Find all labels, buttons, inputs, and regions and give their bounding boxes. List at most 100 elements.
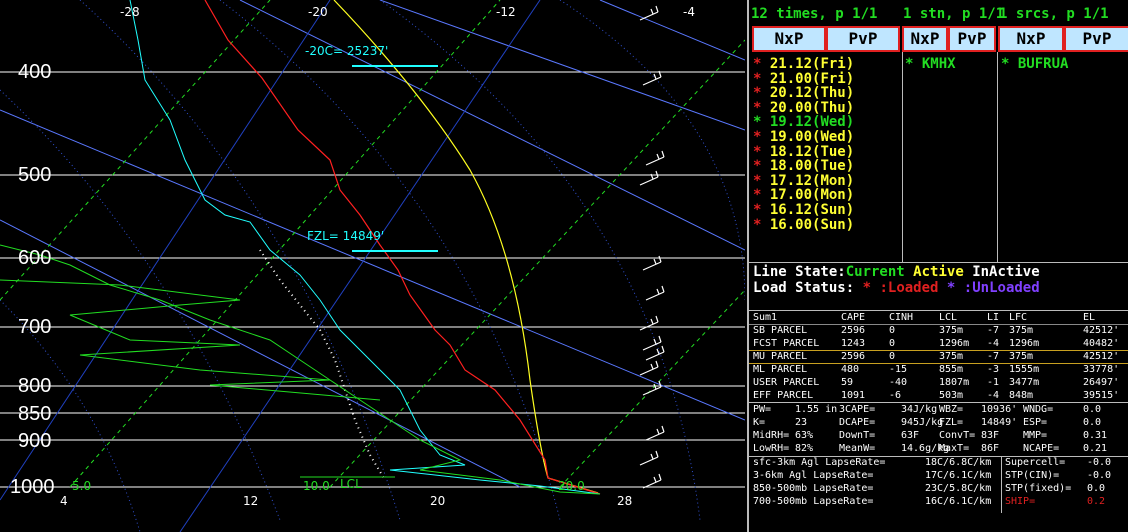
state-star: * <box>753 56 762 72</box>
wind-barbs <box>639 5 665 489</box>
time-item[interactable]: * 21.00(Fri) <box>753 70 855 87</box>
mu-parcel-highlight-top <box>749 350 1128 351</box>
table-cell: 850-500mb LapseRate= <box>753 483 874 494</box>
table-cell: MaxT= <box>939 443 970 454</box>
state-star: * <box>753 187 762 204</box>
times-next-page-button[interactable]: NxP <box>752 26 826 52</box>
temp-top-label: -20 <box>308 5 328 19</box>
time-item[interactable]: * 16.12(Sun) <box>753 203 854 218</box>
temp-bottom-label: 4 <box>60 494 68 508</box>
mixing-ratio-label: 5.0 <box>72 479 91 493</box>
table-cell: 0 <box>889 338 896 349</box>
time-item[interactable]: * 19.12(Wed) <box>753 115 854 130</box>
divider <box>749 310 1128 311</box>
state-star: * <box>753 172 762 189</box>
time-item[interactable]: * 16.00(Sun) <box>753 216 854 233</box>
load-status-label: Load Status: <box>753 280 855 296</box>
time-item[interactable]: * 21.12(Fri) <box>753 57 854 72</box>
table-cell: 1807m <box>939 377 970 388</box>
indices-table: PW= 1.55 in 3CAPE= 34J/kg WBZ= 10936' WNDG= 0.0… <box>753 404 1128 456</box>
divider <box>749 324 1128 325</box>
table-cell: 0.0 <box>1083 404 1102 415</box>
time-item[interactable]: * 20.00(Thu) <box>753 99 854 116</box>
sources-prev-page-button[interactable]: PvP <box>1064 26 1128 52</box>
table-row: STP(fixed)= 0.0 <box>1005 483 1128 496</box>
temp-bottom-label: 12 <box>243 494 258 508</box>
station-next-page-button[interactable]: NxP <box>902 26 948 52</box>
temp-top-label: -28 <box>120 5 140 19</box>
pressure-label: 600 <box>18 247 51 269</box>
lapse-rate-table: sfc-3km Agl LapseRate= 18C/6.8C/km 3-6km A… <box>753 457 1003 517</box>
table-cell: 34J/kg <box>901 404 938 415</box>
table-cell: 42512' <box>1083 325 1120 336</box>
wind-barb <box>642 380 662 396</box>
pressure-label: 850 <box>18 403 51 425</box>
table-cell: USER PARCEL <box>753 377 820 388</box>
inactive-label: InActive <box>972 264 1040 280</box>
table-cell: -4 <box>987 390 1000 401</box>
table-cell: 14849' <box>981 417 1018 428</box>
state-star: * <box>753 216 762 233</box>
state-star: * <box>1001 56 1010 72</box>
isobar-lines <box>0 71 745 488</box>
state-star: * <box>905 56 914 72</box>
table-cell: LCL <box>939 312 958 323</box>
divider <box>749 402 1128 403</box>
time-item[interactable]: * 17.12(Mon) <box>753 172 855 189</box>
times-prev-page-button[interactable]: PvP <box>826 26 900 52</box>
virtual-dewpoint <box>0 244 601 495</box>
table-cell: -4 <box>987 338 1000 349</box>
time-label: 18.12(Tue) <box>769 143 855 160</box>
table-cell: 0 <box>889 325 896 336</box>
station-item-kmhx[interactable]: * KMHX <box>905 57 956 72</box>
time-item[interactable]: * 19.00(Wed) <box>753 130 854 145</box>
sources-next-page-button[interactable]: NxP <box>998 26 1064 52</box>
temp-top-label: -12 <box>496 5 516 19</box>
divider <box>749 262 1128 263</box>
time-item[interactable]: * 17.00(Mon) <box>753 188 854 203</box>
pressure-label: 1000 <box>10 476 55 498</box>
table-row: LowRH= 82% MeanW= 14.6g/kg MaxT= 86F NCAPE= 0.2… <box>753 443 1128 456</box>
time-label: 17.12(Mon) <box>769 172 855 189</box>
time-label: 19.12(Wed) <box>769 114 855 131</box>
table-row: STP(CIN)= -0.0 <box>1005 470 1128 483</box>
station-prev-page-button[interactable]: PvP <box>948 26 996 52</box>
time-label: 21.00(Fri) <box>769 70 855 87</box>
time-item[interactable]: * 18.00(Tue) <box>753 159 854 174</box>
table-row: PW= 1.55 in 3CAPE= 34J/kg WBZ= 10936' WNDG= 0.0 <box>753 404 1128 417</box>
state-star: * <box>753 70 762 87</box>
table-cell: CAPE <box>841 312 866 323</box>
table-cell: -7 <box>987 325 1000 336</box>
table-cell: 16C/6.1C/km <box>925 496 992 507</box>
time-label: 18.00(Tue) <box>769 158 855 175</box>
table-cell: 63F <box>901 430 920 441</box>
table-cell: 0.21 <box>1083 443 1108 454</box>
table-cell: 17C/6.1C/km <box>925 470 992 481</box>
table-cell: WNDG= <box>1023 404 1054 415</box>
table-cell: sfc-3km Agl LapseRate= <box>753 457 886 468</box>
table-row: 700-500mb LapseRate= 16C/6.1C/km <box>753 496 1003 509</box>
table-cell: EFF PARCEL <box>753 390 814 401</box>
parcel-table: Sum1 CAPE CINH LCL LI LFC EL SB PARCEL 2596 0 375m… <box>753 312 1128 404</box>
table-cell: -3 <box>987 364 1000 375</box>
state-star: * <box>753 202 762 218</box>
skewt-diagram[interactable]: 400 500 600 700 800 850 900 1000 -28 -20 -12 -4… <box>0 0 745 532</box>
table-cell: 0.31 <box>1083 430 1108 441</box>
table-cell: 42512' <box>1083 351 1120 362</box>
time-item[interactable]: * 20.12(Thu) <box>753 86 854 101</box>
table-cell: 848m <box>1009 390 1034 401</box>
time-item[interactable]: * 18.12(Tue) <box>753 143 855 160</box>
table-cell: 40482' <box>1083 338 1120 349</box>
active-label: Active <box>913 264 964 280</box>
table-cell: ESP= <box>1023 417 1048 428</box>
table-cell: 1243 <box>841 338 866 349</box>
load-status-legend: Load Status: * :Loaded * :UnLoaded <box>753 280 1040 296</box>
table-cell: 2596 <box>841 351 866 362</box>
source-item-bufrua[interactable]: * BUFRUA <box>1001 57 1068 72</box>
state-star: * <box>753 99 762 116</box>
table-row: USER PARCEL 59 -40 1807m -1 3477m 26497' <box>753 377 1128 390</box>
table-cell: 3477m <box>1009 377 1040 388</box>
table-cell: 945J/kg <box>901 417 944 428</box>
table-cell: 480 <box>841 364 860 375</box>
table-cell: 10936' <box>981 404 1018 415</box>
